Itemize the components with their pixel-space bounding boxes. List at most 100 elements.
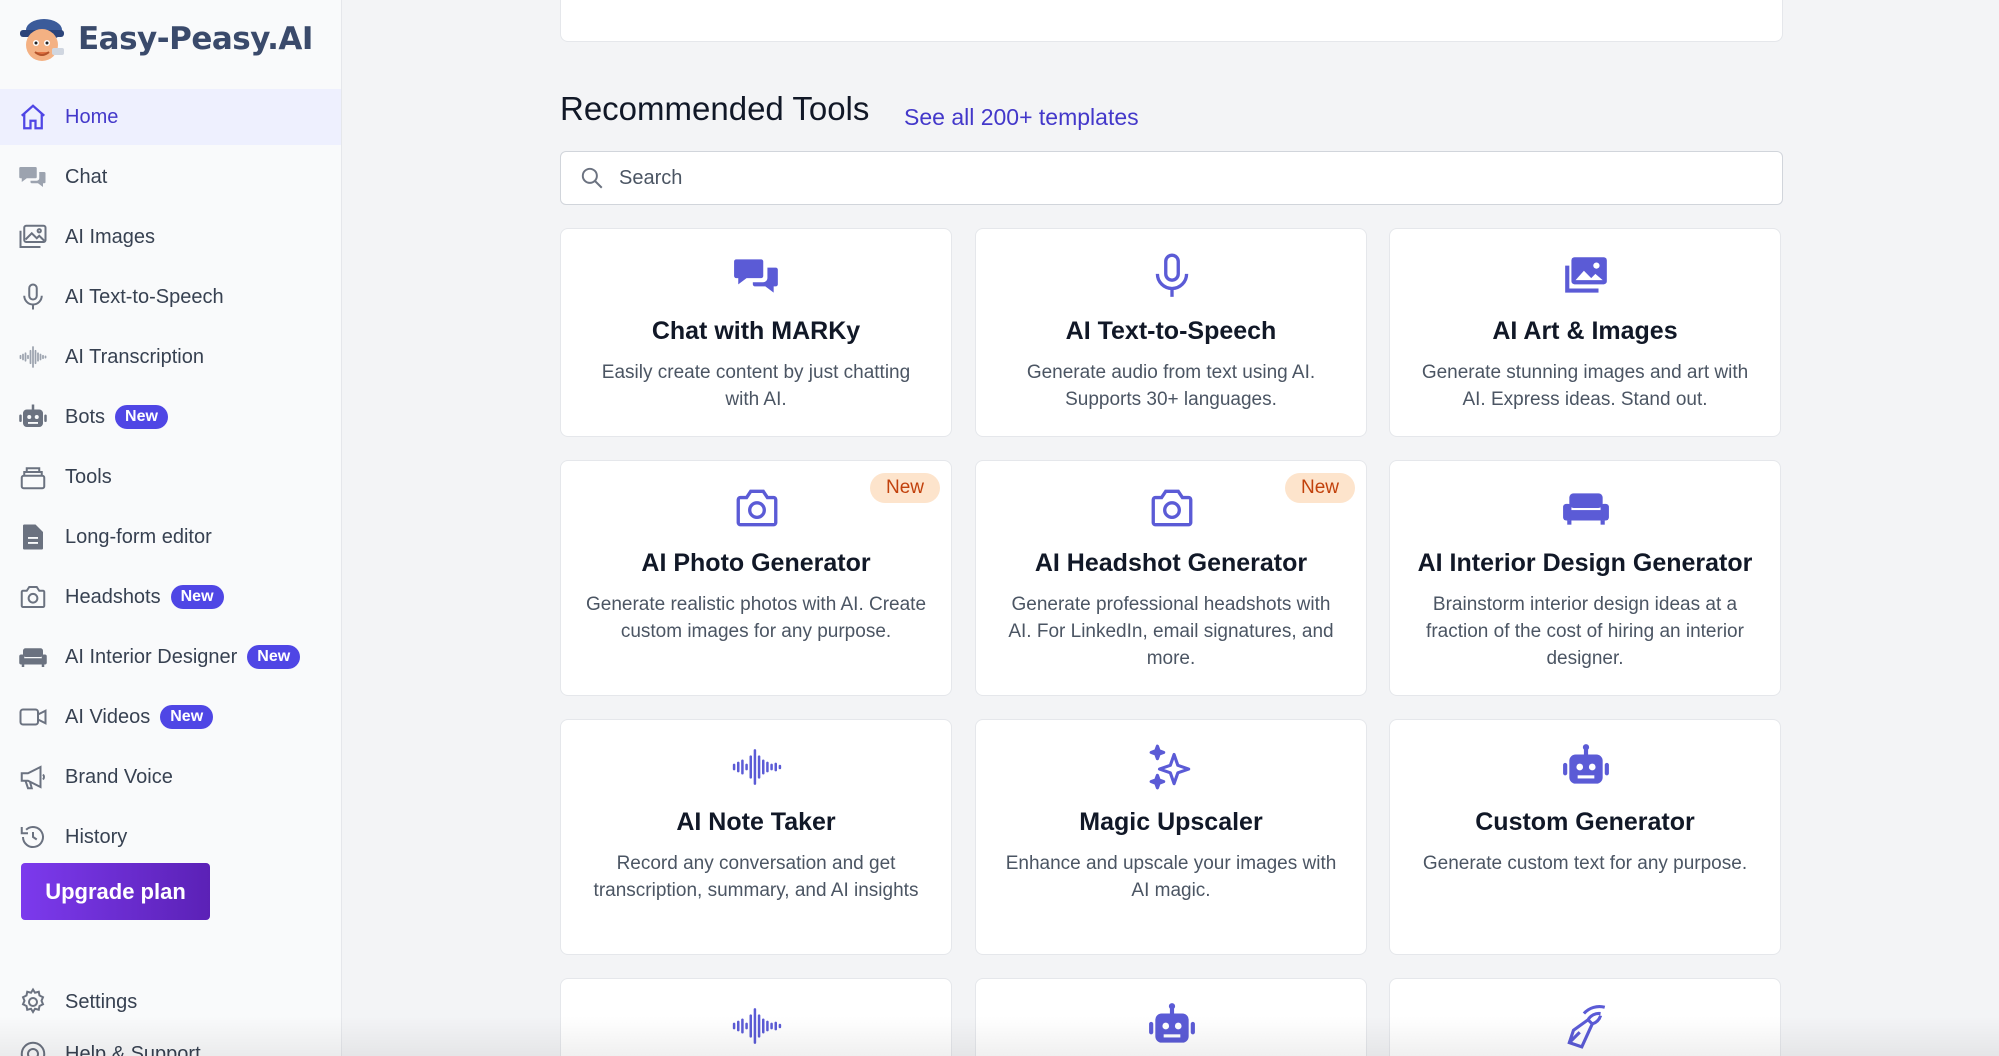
new-badge: New [170, 585, 224, 609]
card-title: AI Text-to-Speech [1065, 317, 1277, 345]
sidebar-item-brand-voice[interactable]: Brand Voice [0, 749, 341, 805]
tool-card-partial-3[interactable] [1389, 978, 1781, 1056]
camera-icon [17, 581, 49, 613]
sidebar-item-ai-videos[interactable]: AI Videos New [0, 689, 341, 745]
card-title: AI Interior Design Generator [1417, 549, 1753, 577]
card-title: Magic Upscaler [1079, 808, 1263, 836]
stack-icon [17, 461, 49, 493]
images-icon [17, 221, 49, 253]
card-description: Generate custom text for any purpose. [1422, 853, 1748, 874]
tool-card-ai-note-taker[interactable]: AI Note Taker Record any conversation an… [560, 719, 952, 955]
help-icon [17, 1038, 49, 1056]
tool-card-partial-2[interactable] [975, 978, 1367, 1056]
mascot-logo-icon [20, 19, 64, 61]
sidebar-item-chat[interactable]: Chat [0, 149, 341, 205]
sidebar-item-ai-interior-designer[interactable]: AI Interior Designer New [0, 629, 341, 685]
sidebar-item-ai-text-to-speech[interactable]: AI Text-to-Speech [0, 269, 341, 325]
new-badge: New [869, 473, 940, 503]
app-name: Easy-Peasy.AI [78, 21, 313, 57]
search-icon [581, 167, 603, 189]
search-input[interactable] [619, 166, 1719, 190]
sparkles-icon [1147, 742, 1197, 792]
card-description: Brainstorm interior design ideas at a fr… [1426, 594, 1744, 669]
sidebar-item-home[interactable]: Home [0, 89, 341, 145]
robot-icon [1561, 742, 1611, 792]
robot-icon [17, 401, 49, 433]
sofa-icon [1561, 483, 1611, 533]
new-badge: New [1284, 473, 1355, 503]
sidebar-nav: Home Chat AI Images AI Text-to-Speech AI… [0, 89, 341, 869]
microphone-icon [1147, 251, 1197, 301]
waveform-icon [732, 1001, 782, 1051]
tool-card-ai-art-images[interactable]: AI Art & Images Generate stunning images… [1389, 228, 1781, 437]
top-card [560, 0, 1783, 42]
tool-card-custom-generator[interactable]: Custom Generator Generate custom text fo… [1389, 719, 1781, 955]
card-title: AI Photo Generator [641, 549, 871, 577]
sofa-icon [17, 641, 49, 673]
sidebar-item-label: Bots [65, 405, 106, 428]
tool-card-chat-with-marky[interactable]: Chat with MARKy Easily create content by… [560, 228, 952, 437]
card-title: AI Art & Images [1492, 317, 1678, 345]
gear-icon [17, 986, 49, 1018]
tool-card-ai-headshot-generator[interactable]: New AI Headshot Generator Generate profe… [975, 460, 1367, 696]
section-title: Recommended Tools [560, 90, 870, 127]
sidebar-item-label: AI Transcription [65, 345, 204, 368]
waveform-icon [17, 341, 49, 373]
sidebar-item-ai-images[interactable]: AI Images [0, 209, 341, 265]
sidebar-item-ai-transcription[interactable]: AI Transcription [0, 329, 341, 385]
app-logo[interactable]: Easy-Peasy.AI [14, 14, 313, 64]
tool-card-ai-text-to-speech[interactable]: AI Text-to-Speech Generate audio from te… [975, 228, 1367, 437]
card-description: Generate realistic photos with AI. Creat… [585, 594, 927, 642]
home-icon [17, 101, 49, 133]
card-description: Enhance and upscale your images with AI … [1005, 853, 1337, 901]
new-badge: New [115, 405, 168, 429]
pen-nib-icon [1561, 1001, 1611, 1051]
video-camera-icon [17, 701, 49, 733]
waveform-icon [732, 742, 782, 792]
sidebar-item-label: History [65, 825, 128, 848]
card-description: Easily create content by just chatting w… [601, 362, 911, 410]
images-icon [1561, 251, 1611, 301]
robot-icon [1147, 1001, 1197, 1051]
sidebar-item-bots[interactable]: Bots New [0, 389, 341, 445]
settings-section: Settings [0, 974, 341, 1034]
history-icon [17, 821, 49, 853]
camera-icon [1147, 483, 1197, 533]
card-description: Generate stunning images and art with AI… [1421, 362, 1749, 410]
chat-bubbles-icon [732, 251, 782, 301]
camera-icon [732, 483, 782, 533]
card-title: Chat with MARKy [651, 317, 861, 345]
sidebar-item-settings[interactable]: Settings [0, 974, 341, 1030]
sidebar-item-label: Help & Support [65, 1042, 201, 1056]
tool-card-partial-1[interactable] [560, 978, 952, 1056]
tool-card-ai-photo-generator[interactable]: New AI Photo Generator Generate realisti… [560, 460, 952, 696]
microphone-icon [17, 281, 49, 313]
tool-card-ai-interior-design-generator[interactable]: AI Interior Design Generator Brainstorm … [1389, 460, 1781, 696]
card-title: AI Headshot Generator [1034, 549, 1308, 577]
sidebar-item-help[interactable]: Help & Support [0, 1036, 341, 1056]
sidebar-item-label: Brand Voice [65, 765, 173, 788]
sidebar-item-label: AI Interior Designer [65, 645, 238, 668]
card-description: Generate audio from text using AI. Suppo… [1026, 362, 1316, 410]
sidebar-item-label: Settings [65, 990, 138, 1013]
tool-card-magic-upscaler[interactable]: Magic Upscaler Enhance and upscale your … [975, 719, 1367, 955]
document-icon [17, 521, 49, 553]
sidebar-item-label: AI Text-to-Speech [65, 285, 224, 308]
sidebar-item-label: Home [65, 105, 119, 128]
card-title: Custom Generator [1475, 808, 1695, 836]
sidebar-item-label: Long-form editor [65, 525, 212, 548]
sidebar-item-headshots[interactable]: Headshots New [0, 569, 341, 625]
sidebar-item-long-form-editor[interactable]: Long-form editor [0, 509, 341, 565]
sidebar-item-label: AI Videos [65, 705, 151, 728]
upgrade-plan-button[interactable]: Upgrade plan [21, 863, 210, 920]
sidebar-item-label: Chat [65, 165, 108, 188]
card-description: Record any conversation and get transcri… [593, 853, 919, 901]
sidebar-item-label: Headshots [65, 585, 161, 608]
see-all-templates-link[interactable]: See all 200+ templates [904, 104, 1139, 131]
megaphone-icon [17, 761, 49, 793]
sidebar: Easy-Peasy.AI Home Chat AI Images AI Tex… [0, 0, 342, 1056]
search-bar[interactable] [560, 151, 1783, 205]
sidebar-item-history[interactable]: History [0, 809, 341, 865]
sidebar-item-tools[interactable]: Tools [0, 449, 341, 505]
sidebar-item-label: AI Images [65, 225, 156, 248]
